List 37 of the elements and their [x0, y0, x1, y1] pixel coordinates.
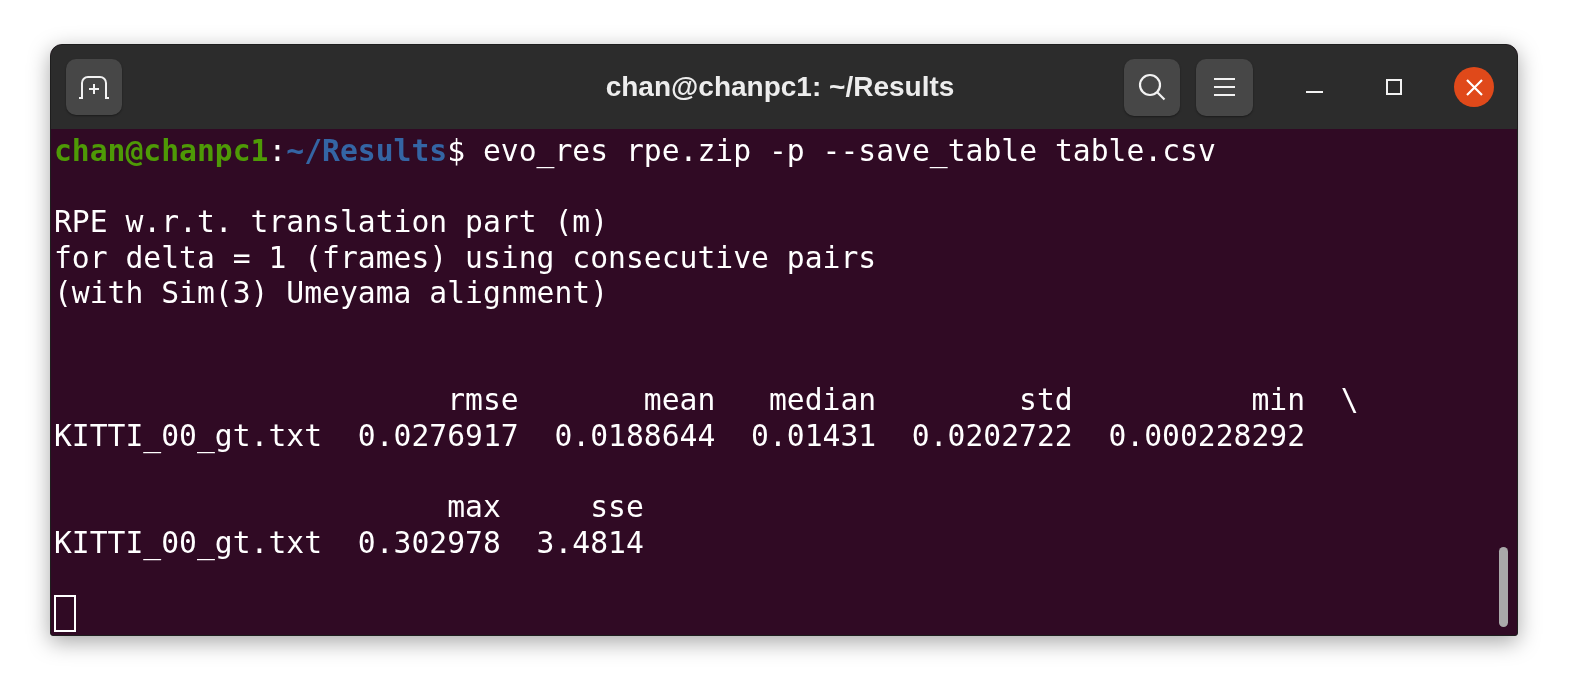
maximize-icon[interactable]: [1386, 79, 1402, 95]
column-header: rmse: [447, 382, 519, 418]
table-cell: 0.302978: [357, 524, 501, 561]
search-icon: [1138, 73, 1166, 101]
scrollbar-thumb[interactable]: [1499, 547, 1508, 627]
output-text: for delta = 1 (frames) using consecutive pairs: [54, 239, 877, 276]
column-header: min: [1251, 382, 1306, 418]
table-cell: 0.0202722: [911, 417, 1073, 454]
prompt-user-host: chan@chanpc1: [54, 133, 269, 169]
column-header: sse: [590, 488, 644, 525]
column-header: std: [1019, 382, 1073, 418]
output-text: RPE w.r.t. translation part (m): [54, 204, 609, 240]
column-header: mean: [643, 382, 716, 418]
menu-button[interactable]: [1196, 58, 1253, 116]
table-cell: 0.0276917: [357, 417, 519, 454]
prompt-path: ~/Results: [286, 133, 448, 169]
table-cell: 3.4814: [536, 524, 644, 561]
column-header: median: [768, 382, 877, 418]
close-icon: [1465, 78, 1483, 96]
new-tab-button[interactable]: [66, 59, 122, 115]
window-title: chan@chanpc1: ~/Results: [605, 70, 955, 104]
command-text: evo_res rpe.zip -p --save_table table.csv: [482, 133, 1216, 169]
column-header: max: [447, 488, 501, 525]
row-label: KITTI_00_gt.txt: [54, 417, 323, 453]
table-cell: 0.01431: [751, 417, 877, 454]
new-tab-icon: [78, 75, 110, 99]
row-label: KITTI_00_gt.txt: [54, 524, 323, 560]
prompt-symbol: $: [447, 133, 466, 169]
close-button[interactable]: [1454, 67, 1494, 107]
menu-icon: [1214, 78, 1235, 96]
line-continuation: \: [1340, 382, 1359, 418]
minimize-icon[interactable]: [1305, 90, 1323, 93]
search-button[interactable]: [1124, 58, 1180, 116]
table-cell: 0.000228292: [1108, 417, 1306, 454]
output-text: (with Sim(3) Umeyama alignment): [54, 275, 609, 311]
prompt-separator: :: [268, 133, 287, 169]
table-cell: 0.0188644: [554, 417, 716, 454]
